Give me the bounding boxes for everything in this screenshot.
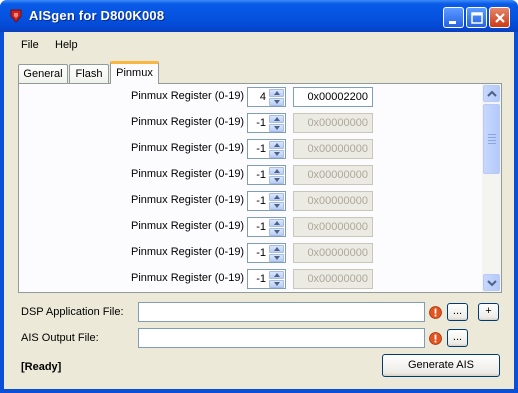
scroll-thumb[interactable] [483, 104, 500, 174]
pinmux-index-spinner[interactable]: -1 [247, 217, 286, 237]
spin-up-icon[interactable] [269, 89, 284, 97]
close-button[interactable] [489, 7, 510, 28]
pinmux-row: Pinmux Register (0-19) 4 0x00002200 [19, 86, 481, 108]
pinmux-index-value: -1 [256, 195, 266, 207]
dsp-error-icon [429, 306, 442, 319]
minimize-button[interactable] [443, 7, 464, 28]
pinmux-index-spinner[interactable]: -1 [247, 191, 286, 211]
app-logo-icon [10, 9, 22, 23]
tab-flash[interactable]: Flash [69, 64, 109, 84]
spin-down-icon[interactable] [269, 150, 284, 158]
pinmux-value-field: 0x00000000 [293, 269, 373, 289]
spin-down-icon[interactable] [269, 176, 284, 184]
spin-up-icon[interactable] [269, 219, 284, 227]
vertical-scrollbar[interactable] [482, 84, 501, 292]
spin-up-icon[interactable] [269, 193, 284, 201]
spin-up-icon[interactable] [269, 167, 284, 175]
pinmux-index-value: -1 [256, 273, 266, 285]
close-icon [495, 13, 505, 23]
spin-down-icon[interactable] [269, 280, 284, 288]
tab-general[interactable]: General [18, 64, 68, 84]
pinmux-register-list: Pinmux Register (0-19) 4 0x00002200 Pinmux … [19, 84, 481, 292]
dsp-application-file-label: DSP Application File: [21, 306, 124, 318]
spin-down-icon[interactable] [269, 254, 284, 262]
pinmux-value-field: 0x00000000 [293, 113, 373, 133]
title-bar[interactable]: AISgen for D800K008 [0, 0, 518, 32]
pinmux-value-field: 0x00000000 [293, 217, 373, 237]
spin-up-icon[interactable] [269, 271, 284, 279]
menu-bar: File Help [4, 32, 514, 54]
spin-up-icon[interactable] [269, 115, 284, 123]
menu-help[interactable]: Help [55, 39, 78, 51]
pinmux-row: Pinmux Register (0-19) -1 0x00000000 [19, 268, 481, 290]
scroll-up-button[interactable] [483, 85, 500, 102]
pinmux-row: Pinmux Register (0-19) -1 0x00000000 [19, 242, 481, 264]
maximize-icon [471, 12, 483, 24]
app-window: AISgen for D800K008 File Help General Fl… [0, 0, 518, 393]
chevron-down-icon [487, 280, 497, 287]
pinmux-value-field: 0x00000000 [293, 165, 373, 185]
pinmux-register-label: Pinmux Register (0-19) [131, 142, 245, 154]
pinmux-row: Pinmux Register (0-19) -1 0x00000000 [19, 216, 481, 238]
maximize-button[interactable] [466, 7, 487, 28]
pinmux-value-field: 0x00000000 [293, 191, 373, 211]
spin-down-icon[interactable] [269, 202, 284, 210]
pinmux-index-value: 4 [259, 91, 266, 103]
spin-down-icon[interactable] [269, 98, 284, 106]
pinmux-register-label: Pinmux Register (0-19) [131, 194, 245, 206]
pinmux-row: Pinmux Register (0-19) -1 0x00000000 [19, 138, 481, 160]
scroll-down-button[interactable] [483, 274, 500, 291]
pinmux-index-value: -1 [256, 143, 266, 155]
pinmux-index-value: -1 [256, 221, 266, 233]
pinmux-row: Pinmux Register (0-19) -1 0x00000000 [19, 112, 481, 134]
pinmux-register-label: Pinmux Register (0-19) [131, 168, 245, 180]
ais-output-file-input[interactable] [138, 328, 425, 348]
menu-file[interactable]: File [21, 39, 39, 51]
pinmux-index-spinner[interactable]: -1 [247, 269, 286, 289]
spin-down-icon[interactable] [269, 124, 284, 132]
pinmux-index-spinner[interactable]: -1 [247, 113, 286, 133]
pinmux-index-spinner[interactable]: 4 [247, 87, 286, 107]
chevron-up-icon [487, 90, 497, 97]
client-area: File Help General Flash Pinmux Pinmux Re… [4, 32, 514, 389]
pinmux-row: Pinmux Register (0-19) -1 0x00000000 [19, 190, 481, 212]
pinmux-row: Pinmux Register (0-19) -1 0x00000000 [19, 164, 481, 186]
pinmux-value-field: 0x00000000 [293, 243, 373, 263]
pinmux-index-value: -1 [256, 117, 266, 129]
spin-down-icon[interactable] [269, 228, 284, 236]
pinmux-register-label: Pinmux Register (0-19) [131, 116, 245, 128]
dsp-browse-button[interactable]: ... [447, 303, 468, 321]
generate-ais-button[interactable]: Generate AIS [382, 354, 500, 377]
status-text: [Ready] [21, 361, 62, 373]
ais-output-file-label: AIS Output File: [21, 332, 99, 344]
pinmux-register-label: Pinmux Register (0-19) [131, 90, 245, 102]
window-title: AISgen for D800K008 [29, 8, 165, 23]
pinmux-index-spinner[interactable]: -1 [247, 165, 286, 185]
pinmux-tab-page: Pinmux Register (0-19) 4 0x00002200 Pinmux … [18, 83, 502, 293]
pinmux-register-label: Pinmux Register (0-19) [131, 246, 245, 258]
pinmux-index-spinner[interactable]: -1 [247, 243, 286, 263]
pinmux-index-value: -1 [256, 247, 266, 259]
ais-error-icon [429, 332, 442, 345]
pinmux-index-value: -1 [256, 169, 266, 181]
minimize-icon [449, 21, 456, 24]
spin-up-icon[interactable] [269, 245, 284, 253]
pinmux-index-spinner[interactable]: -1 [247, 139, 286, 159]
pinmux-register-label: Pinmux Register (0-19) [131, 272, 245, 284]
pinmux-value-field: 0x00000000 [293, 139, 373, 159]
ais-browse-button[interactable]: ... [447, 329, 468, 347]
tab-pinmux[interactable]: Pinmux [110, 61, 159, 84]
dsp-application-file-input[interactable] [138, 302, 425, 322]
spin-up-icon[interactable] [269, 141, 284, 149]
pinmux-value-field[interactable]: 0x00002200 [293, 87, 373, 107]
add-file-button[interactable]: + [478, 303, 499, 321]
pinmux-register-label: Pinmux Register (0-19) [131, 220, 245, 232]
